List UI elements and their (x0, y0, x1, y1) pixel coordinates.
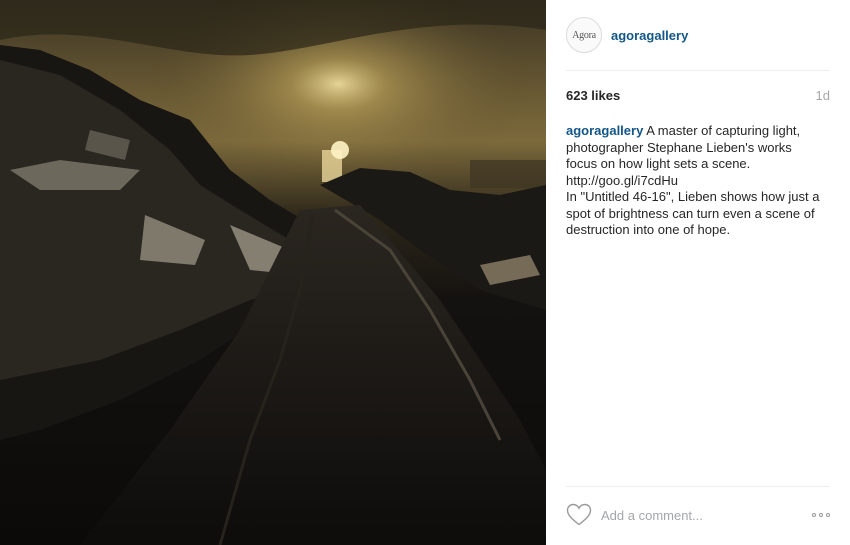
avatar[interactable]: Agora (566, 17, 602, 53)
post-footer (566, 500, 832, 530)
post-header: Agora agoragallery (566, 15, 830, 55)
header-divider (566, 70, 830, 71)
post-age[interactable]: 1d (816, 88, 830, 103)
caption-line-1: A master of capturing light, (646, 123, 801, 138)
ellipsis-icon (819, 513, 823, 517)
post-meta: 623 likes 1d (566, 88, 830, 103)
caption-line-2: photographer Stephane Lieben's works (566, 139, 792, 155)
ellipsis-icon (812, 513, 816, 517)
more-options-button[interactable] (810, 509, 832, 521)
caption: agoragallery A master of capturing light… (566, 123, 830, 239)
caption-line-3: focus on how light sets a scene. (566, 156, 751, 171)
heart-icon (566, 503, 592, 526)
footer-divider (566, 486, 830, 487)
likes-count[interactable]: 623 likes (566, 88, 620, 103)
post-photo[interactable] (0, 0, 546, 545)
ellipsis-icon (826, 513, 830, 517)
username-link[interactable]: agoragallery (611, 28, 688, 43)
post-sidebar: Agora agoragallery 623 likes 1d agoragal… (546, 0, 850, 545)
comment-input[interactable] (601, 507, 791, 523)
caption-line-6: spot of brightness can turn even a scene… (566, 205, 815, 221)
caption-line-7: destruction into one of hope. (566, 222, 731, 237)
like-button[interactable] (566, 503, 592, 527)
caption-link[interactable]: http://goo.gl/i7cdHu (566, 173, 830, 190)
caption-line-5: In "Untitled 46-16", Lieben shows how ju… (566, 189, 820, 204)
caption-username-link[interactable]: agoragallery (566, 123, 643, 138)
photo-scene (0, 0, 546, 545)
